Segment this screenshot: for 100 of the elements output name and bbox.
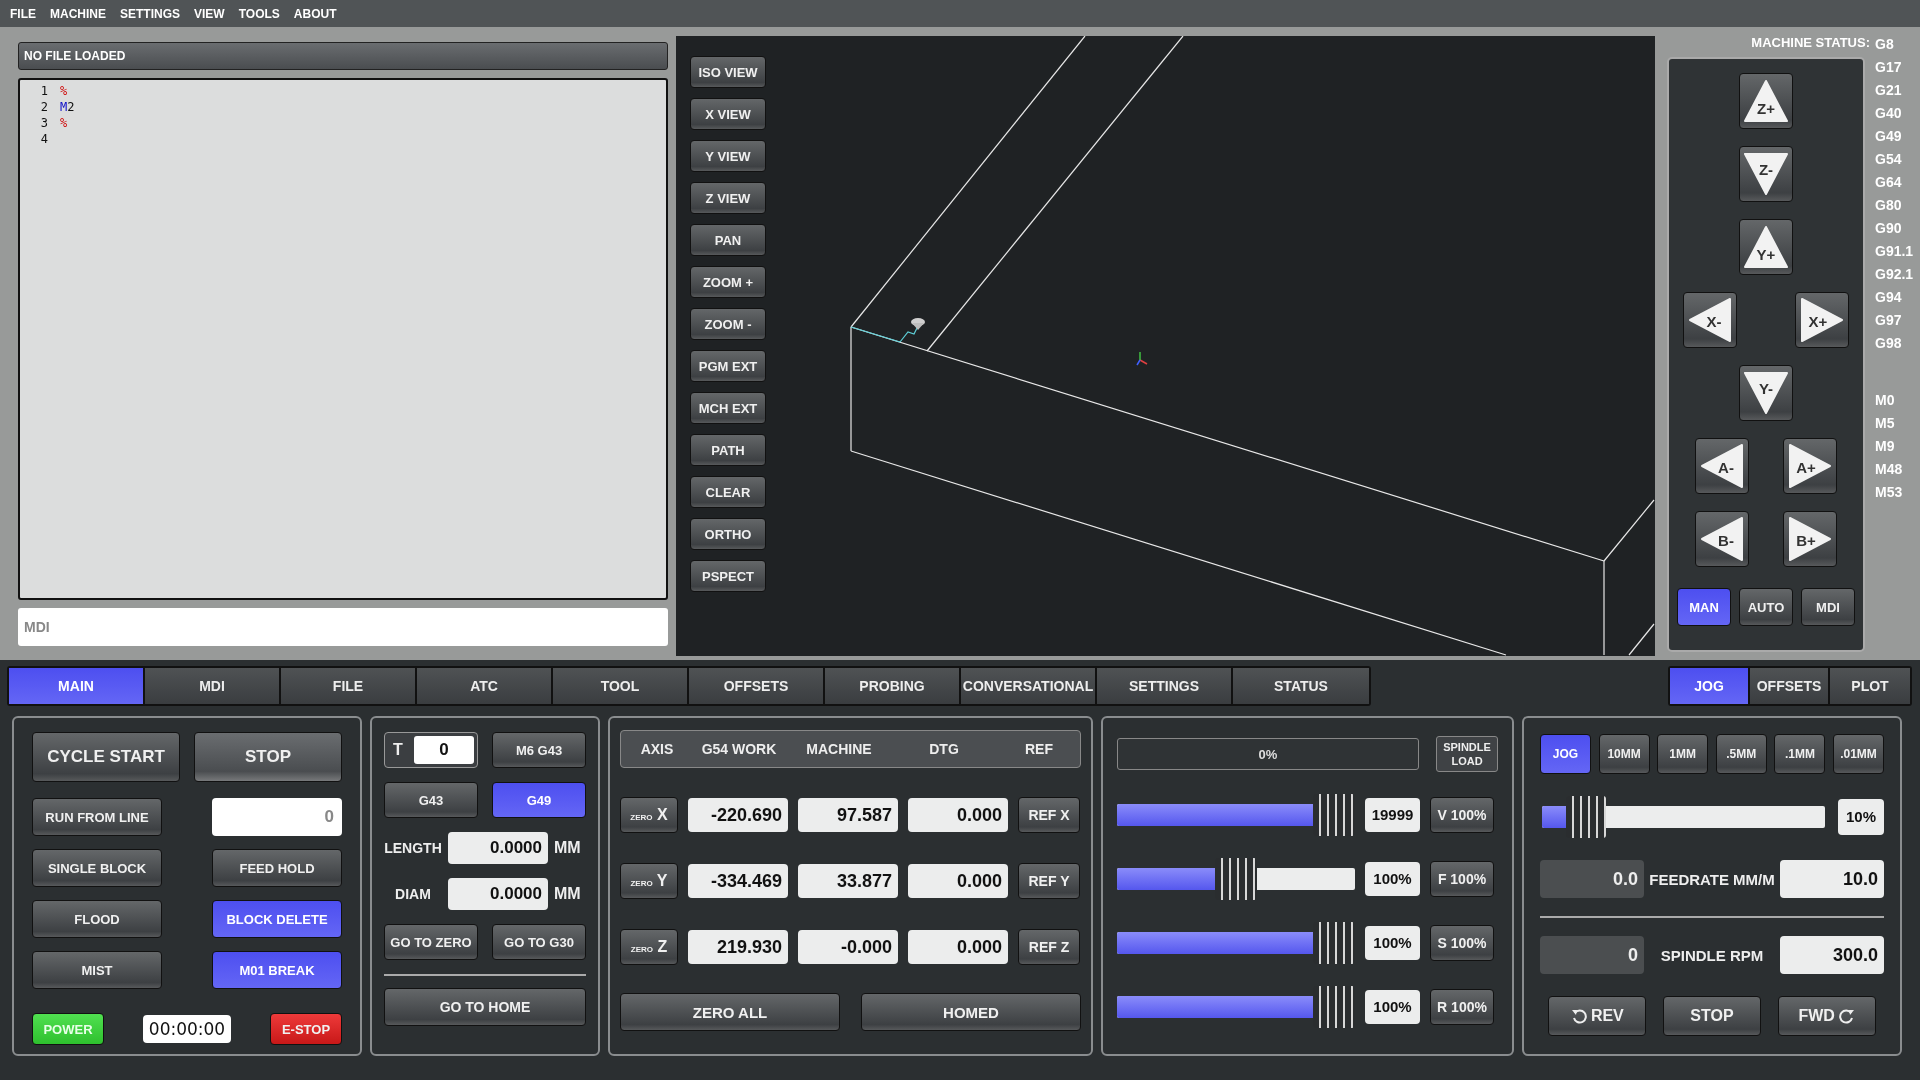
view-button[interactable]: Y VIEW — [690, 140, 766, 172]
cycle-start-button[interactable]: CYCLE START — [32, 732, 180, 782]
view-button[interactable]: PATH — [690, 434, 766, 466]
spindle-rpm-label: SPINDLE RPM — [1660, 946, 1764, 964]
machine-position-field: 97.587 — [798, 798, 898, 832]
view-button[interactable]: X VIEW — [690, 98, 766, 130]
toggle-button[interactable]: M01 BREAK — [212, 951, 342, 989]
spindle-rpm-input-field[interactable]: 300.0 — [1780, 936, 1884, 974]
override-reset-button[interactable]: R 100% — [1430, 989, 1494, 1025]
toggle-button[interactable]: BLOCK DELETE — [212, 900, 342, 938]
view-button[interactable]: CLEAR — [690, 476, 766, 508]
toggle-button[interactable]: MIST — [32, 951, 162, 989]
mode-button[interactable]: MAN — [1677, 588, 1731, 626]
tool-offset-button[interactable]: G49 — [492, 782, 586, 818]
tool-offset-button[interactable]: G43 — [384, 782, 478, 818]
jog-increment-button[interactable]: .01MM — [1832, 734, 1884, 774]
3d-viewport[interactable]: ISO VIEW X VIEW Y VIEW Z VIEW PAN ZOOM + ZOOM - PGM EXT MCH EXT PATH CLEAR ORTHO PSPECT — [676, 36, 1655, 656]
menu-item[interactable]: MACHINE — [50, 6, 106, 21]
go-to-button[interactable]: GO TO ZERO — [384, 924, 478, 960]
spindle-button[interactable]: STOP — [1663, 996, 1761, 1036]
ref-axis-button[interactable]: REF Z — [1018, 929, 1080, 965]
jog-increment-button[interactable]: 1MM — [1657, 734, 1709, 774]
main-tab[interactable]: ATC — [417, 668, 553, 704]
jog-rate-slider[interactable] — [1542, 796, 1825, 838]
toggle-button[interactable]: FLOOD — [32, 900, 162, 938]
spindle-button[interactable]: FWD — [1777, 996, 1876, 1036]
stop-button[interactable]: STOP — [194, 732, 342, 782]
go-to-home-button[interactable]: GO TO HOME — [384, 988, 586, 1026]
ref-axis-button[interactable]: REF X — [1018, 797, 1080, 833]
main-tab[interactable]: MDI — [145, 668, 281, 704]
axis-arrow-button[interactable]: X+ — [1795, 292, 1849, 348]
override-slider[interactable] — [1117, 794, 1355, 836]
main-tab[interactable]: SETTINGS — [1097, 668, 1233, 704]
override-reset-button[interactable]: V 100% — [1430, 797, 1494, 833]
view-button[interactable]: PAN — [690, 224, 766, 256]
axis-arrow-button[interactable]: Y+ — [1739, 219, 1793, 275]
toggle-button[interactable]: SINGLE BLOCK — [32, 849, 162, 887]
menu-item[interactable]: VIEW — [194, 6, 225, 21]
menu-item[interactable]: SETTINGS — [120, 6, 180, 21]
zero-axis-button[interactable]: ZERO Z — [620, 929, 678, 965]
view-button[interactable]: ZOOM + — [690, 266, 766, 298]
override-slider[interactable] — [1117, 922, 1355, 964]
axis-arrow-button[interactable]: B+ — [1783, 511, 1837, 567]
axis-arrow-button[interactable]: Z+ — [1739, 73, 1793, 129]
view-button[interactable]: PGM EXT — [690, 350, 766, 382]
side-tab[interactable]: JOG — [1670, 668, 1750, 704]
jog-increment-button[interactable]: .1MM — [1774, 734, 1826, 774]
feedrate-input-field[interactable]: 10.0 — [1780, 860, 1884, 898]
view-button[interactable]: ZOOM - — [690, 308, 766, 340]
main-tab[interactable]: MAIN — [9, 668, 145, 704]
view-button[interactable]: ORTHO — [690, 518, 766, 550]
start-line-input[interactable]: 0 — [212, 798, 342, 836]
main-tab[interactable]: CONVERSATIONAL — [961, 668, 1097, 704]
run-from-line-button[interactable]: RUN FROM LINE — [32, 798, 162, 836]
zero-axis-button[interactable]: ZERO X — [620, 797, 678, 833]
jog-increment-button[interactable]: JOG — [1540, 734, 1591, 774]
menu-item[interactable]: ABOUT — [293, 6, 337, 21]
axis-arrow-button[interactable]: X- — [1683, 292, 1737, 348]
go-to-button[interactable]: GO TO G30 — [492, 924, 586, 960]
view-button[interactable]: Z VIEW — [690, 182, 766, 214]
main-tab[interactable]: PROBING — [825, 668, 961, 704]
zero-axis-button[interactable]: ZERO Y — [620, 863, 678, 899]
jog-increment-button[interactable]: .5MM — [1715, 734, 1767, 774]
homed-button[interactable]: HOMED — [861, 993, 1081, 1031]
g-code-status: G80 — [1875, 196, 1903, 215]
override-reset-button[interactable]: S 100% — [1430, 925, 1494, 961]
spindle-button[interactable]: REV — [1548, 996, 1647, 1036]
main-tab[interactable]: OFFSETS — [689, 668, 825, 704]
mdi-input-field[interactable]: MDI — [18, 608, 668, 646]
override-reading: 19999 — [1365, 798, 1420, 832]
view-button[interactable]: PSPECT — [690, 560, 766, 592]
code-editor[interactable]: 1 % 2 M2 3 % 4 — [18, 78, 668, 600]
axis-arrow-button[interactable]: B- — [1695, 511, 1749, 567]
mode-button[interactable]: MDI — [1801, 588, 1855, 626]
axis-arrow-button[interactable]: Y- — [1739, 365, 1793, 421]
override-slider[interactable] — [1117, 986, 1355, 1028]
jog-increment-button[interactable]: 10MM — [1598, 734, 1650, 774]
menu-item[interactable]: TOOLS — [238, 6, 280, 21]
axis-arrow-button[interactable]: Z- — [1739, 146, 1793, 202]
e-stop-button[interactable]: E-STOP — [270, 1013, 342, 1045]
side-tab[interactable]: PLOT — [1830, 668, 1910, 704]
current-spindle-rpm-field: 0 — [1540, 936, 1644, 974]
ref-axis-button[interactable]: REF Y — [1018, 863, 1080, 899]
zero-all-button[interactable]: ZERO ALL — [620, 993, 840, 1031]
tool-number-field[interactable]: T 0 — [384, 732, 478, 768]
toggle-button[interactable]: FEED HOLD — [212, 849, 342, 887]
view-button[interactable]: ISO VIEW — [690, 56, 766, 88]
tool-change-button[interactable]: M6 G43 — [492, 732, 586, 768]
view-button[interactable]: MCH EXT — [690, 392, 766, 424]
override-reading: 100% — [1365, 926, 1420, 960]
side-tab[interactable]: OFFSETS — [1750, 668, 1830, 704]
override-reset-button[interactable]: F 100% — [1430, 861, 1494, 897]
axis-arrow-button[interactable]: A- — [1695, 438, 1749, 494]
menu-item[interactable]: FILE — [10, 6, 36, 21]
main-tab[interactable]: STATUS — [1233, 668, 1369, 704]
main-tab[interactable]: FILE — [281, 668, 417, 704]
axis-arrow-button[interactable]: A+ — [1783, 438, 1837, 494]
main-tab[interactable]: TOOL — [553, 668, 689, 704]
mode-button[interactable]: AUTO — [1739, 588, 1793, 626]
override-slider[interactable] — [1117, 858, 1355, 900]
